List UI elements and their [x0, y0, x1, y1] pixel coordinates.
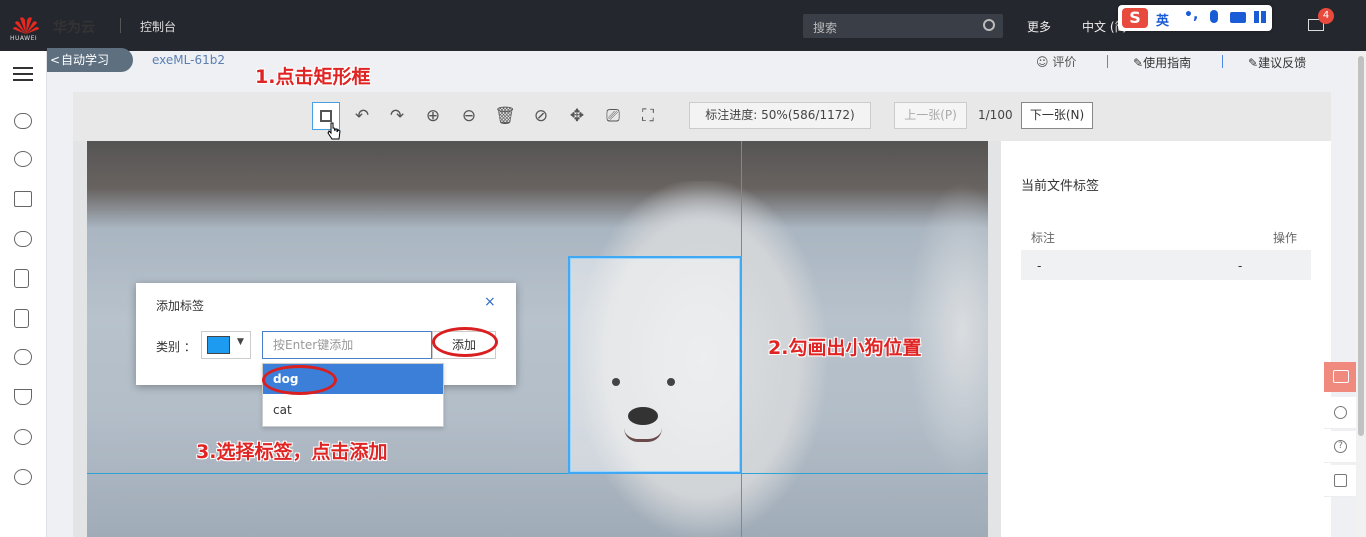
page-scrollbar[interactable] — [1356, 51, 1366, 537]
rate-link[interactable]: ☺ 评价 — [1036, 53, 1076, 70]
sogou-icon[interactable]: S — [1122, 8, 1148, 28]
crosshair-horizontal — [87, 473, 988, 474]
step2-annotation: 2.勾画出小狗位置 — [768, 337, 922, 359]
delete-icon[interactable]: 🗑 — [491, 102, 519, 130]
project-name: exeML-61b2 — [152, 53, 225, 67]
console-link[interactable]: 控制台 — [140, 18, 176, 35]
search-placeholder: 搜索 — [813, 21, 838, 35]
highlight-ring-add — [432, 327, 498, 357]
notification-badge: 4 — [1318, 8, 1334, 24]
reset-icon[interactable]: ⎚ — [599, 102, 627, 130]
smile-icon — [1334, 406, 1347, 419]
dog-nose — [628, 407, 658, 425]
label-option-cat[interactable]: cat — [263, 395, 443, 425]
logo-wordmark: HUAWEI — [10, 35, 38, 42]
deploy-icon[interactable] — [14, 389, 32, 405]
ime-toolbar[interactable]: S 英 •, — [1118, 5, 1272, 31]
globe-icon[interactable] — [14, 429, 32, 445]
table-cell-action: - — [1238, 259, 1243, 273]
hide-icon[interactable]: ⊘ — [527, 102, 555, 130]
satisfaction-button[interactable] — [1324, 397, 1356, 429]
cluster-icon[interactable] — [14, 151, 32, 167]
table-cell-label: - — [1037, 259, 1042, 273]
brand-name[interactable]: 华为云 — [53, 17, 95, 37]
bounding-box[interactable] — [568, 256, 742, 474]
ip-icon[interactable] — [14, 469, 32, 485]
column-header-label: 标注 — [1031, 231, 1056, 245]
undo-icon[interactable]: ↶ — [348, 102, 376, 130]
highlight-ring-dog — [262, 365, 337, 395]
search-input[interactable]: 搜索 — [803, 14, 1003, 38]
storage-icon[interactable] — [14, 231, 32, 247]
annotation-progress: 标注进度: 50%(586/1172) — [689, 102, 871, 129]
step1-annotation: 1.点击矩形框 — [255, 66, 371, 88]
divider — [1222, 55, 1223, 68]
previous-image-button[interactable]: 上一张(P) — [894, 102, 967, 129]
chat-support-button[interactable] — [1324, 362, 1356, 392]
column-header-action: 操作 — [1273, 231, 1298, 245]
feedback-link[interactable]: ✎建议反馈 — [1248, 54, 1306, 71]
table-row — [1021, 250, 1311, 280]
rate-label: 评价 — [1052, 55, 1077, 69]
cloud-service-icon[interactable] — [14, 113, 32, 129]
divider — [120, 18, 121, 33]
label-input[interactable]: 按Enter键添加 — [262, 331, 432, 359]
fullscreen-icon[interactable]: ⛶ — [634, 102, 662, 130]
more-menu[interactable]: 更多 — [1027, 18, 1051, 35]
close-icon[interactable]: × — [484, 294, 496, 310]
label-panel-title: 当前文件标签 — [1021, 179, 1100, 194]
scrollbar-thumb[interactable] — [1358, 56, 1364, 436]
keyboard-icon[interactable] — [1230, 12, 1246, 23]
edit-icon — [1334, 474, 1347, 487]
color-picker[interactable]: ▼ — [201, 331, 251, 359]
label-panel — [1001, 141, 1331, 537]
zoom-in-icon[interactable]: ⊕ — [419, 102, 447, 130]
category-label: 类别 ： — [156, 340, 196, 354]
dog-eye — [667, 378, 675, 386]
zoom-out-icon[interactable]: ⊖ — [455, 102, 483, 130]
help-icon: ? — [1334, 440, 1347, 453]
model-icon[interactable] — [14, 191, 32, 207]
help-button[interactable]: ? — [1324, 431, 1356, 463]
ime-punct-toggle[interactable]: •, — [1184, 7, 1198, 23]
feedback-label: 建议反馈 — [1258, 56, 1307, 70]
page-indicator: 1/100 — [978, 108, 1013, 122]
guide-label: 使用指南 — [1143, 56, 1192, 70]
cloud-icon[interactable] — [14, 349, 32, 365]
back-to-autolearning-button[interactable]: 自动学习 — [47, 48, 133, 72]
dropdown-arrow-icon: ▼ — [237, 337, 244, 347]
document-icon[interactable] — [14, 269, 29, 288]
color-swatch — [207, 336, 230, 354]
user-guide-link[interactable]: ✎使用指南 — [1133, 54, 1191, 71]
microphone-icon[interactable] — [1210, 10, 1218, 23]
mouse-cursor-icon — [327, 122, 341, 140]
menu-icon[interactable] — [13, 67, 33, 81]
dog-eye — [612, 378, 620, 386]
ime-mode-toggle[interactable]: 英 — [1156, 10, 1169, 29]
report-icon[interactable] — [14, 309, 29, 328]
dialog-title: 添加标签 — [156, 299, 205, 313]
step3-annotation: 3.选择标签，点击添加 — [196, 441, 388, 463]
search-icon[interactable] — [983, 19, 995, 31]
edit-feedback-button[interactable] — [1324, 465, 1356, 497]
next-image-button[interactable]: 下一张(N) — [1021, 102, 1093, 129]
move-icon[interactable]: ✥ — [563, 102, 591, 130]
divider — [1107, 55, 1108, 68]
toolbox-icon[interactable] — [1254, 11, 1266, 23]
redo-icon[interactable]: ↷ — [383, 102, 411, 130]
left-sidebar — [0, 51, 47, 537]
